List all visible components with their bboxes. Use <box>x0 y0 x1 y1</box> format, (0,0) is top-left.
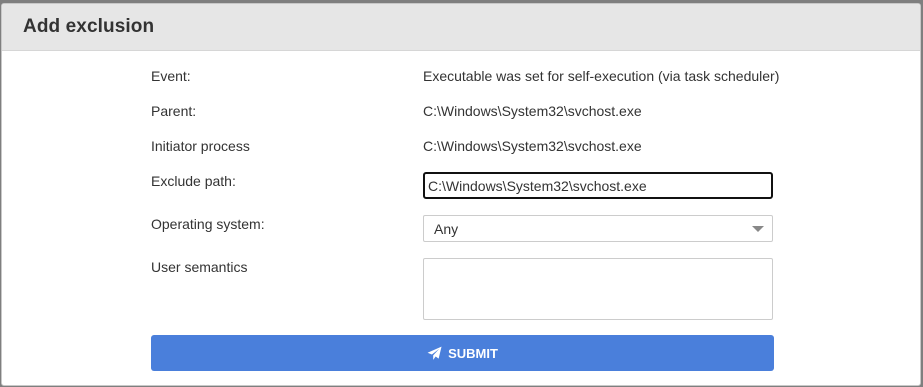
submit-button[interactable]: SUBMIT <box>151 335 774 371</box>
paper-plane-icon <box>427 346 442 361</box>
user-semantics-label: User semantics <box>151 259 248 275</box>
event-label: Event: <box>151 68 191 84</box>
operating-system-selected-value: Any <box>434 220 459 237</box>
parent-label: Parent: <box>151 103 197 119</box>
exclude-path-input[interactable] <box>423 172 773 199</box>
operating-system-label: Operating system: <box>151 216 265 232</box>
operating-system-select[interactable]: Any <box>423 215 773 242</box>
submit-button-label: SUBMIT <box>448 345 498 361</box>
exclude-path-label: Exclude path: <box>151 173 236 189</box>
user-semantics-textarea[interactable] <box>423 258 773 320</box>
initiator-process-value: C:\Windows\System32\svchost.exe <box>423 138 642 154</box>
chevron-down-icon <box>752 226 764 232</box>
initiator-process-label: Initiator process <box>151 138 250 154</box>
dialog-header: Add exclusion <box>2 4 920 51</box>
dialog-title: Add exclusion <box>23 16 155 37</box>
add-exclusion-dialog: Add exclusion Event: Executable was set … <box>1 3 921 386</box>
event-value: Executable was set for self-execution (v… <box>423 68 780 84</box>
parent-value: C:\Windows\System32\svchost.exe <box>423 103 642 119</box>
